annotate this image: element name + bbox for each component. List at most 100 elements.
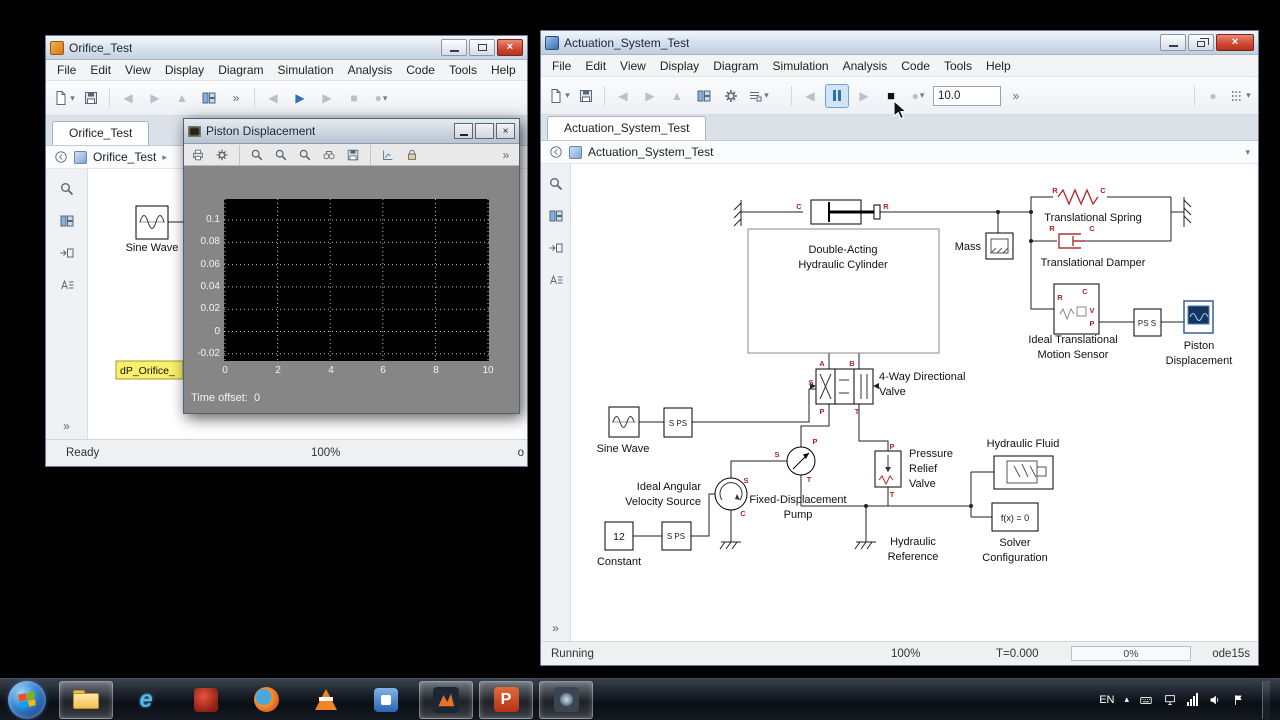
restore-button[interactable] <box>1188 34 1214 51</box>
maximize-button[interactable] <box>469 39 495 56</box>
menu-file[interactable]: File <box>50 61 83 79</box>
restore-button[interactable] <box>475 123 494 139</box>
stop-time-input[interactable] <box>933 85 1001 106</box>
orifice-titlebar[interactable]: Orifice_Test × <box>46 36 527 60</box>
menu-view[interactable]: View <box>118 61 158 79</box>
model-settings-button[interactable] <box>719 84 743 108</box>
save-axes-button[interactable] <box>343 145 363 165</box>
up-icon[interactable]: ▲ <box>665 84 689 108</box>
menu-code[interactable]: Code <box>399 61 442 79</box>
pause-button[interactable] <box>825 83 849 108</box>
restore-axes-button[interactable] <box>378 145 398 165</box>
minimize-button[interactable] <box>1160 34 1186 51</box>
menu-simulation[interactable]: Simulation <box>766 57 836 75</box>
network-icon[interactable] <box>1187 693 1198 706</box>
run-icon[interactable]: ▶ <box>288 86 312 110</box>
actuation-titlebar[interactable]: Actuation_System_Test × <box>541 31 1258 55</box>
menu-help[interactable]: Help <box>979 57 1018 75</box>
display-icon[interactable] <box>1163 693 1177 707</box>
taskbar-recorder-button[interactable] <box>539 680 593 719</box>
translational-damper-block[interactable] <box>1058 233 1085 249</box>
s-ps-converter-block[interactable]: S PS <box>663 407 693 438</box>
taskbar-explorer-button[interactable] <box>59 680 113 719</box>
forward-icon[interactable]: ▶ <box>638 84 662 108</box>
step-forward-icon[interactable]: ▶ <box>315 86 339 110</box>
close-button[interactable]: × <box>1216 34 1254 51</box>
pump-block[interactable] <box>786 446 816 476</box>
sim-mode-button[interactable]: ● ▾ <box>906 84 930 108</box>
zoom-icon[interactable] <box>548 176 564 192</box>
save-button[interactable] <box>574 84 598 108</box>
ps-s-converter-block[interactable]: PS S <box>1133 308 1162 337</box>
browser-toggle-icon[interactable] <box>54 150 68 164</box>
translational-spring-block[interactable] <box>1057 188 1099 206</box>
mass-block[interactable] <box>985 232 1014 260</box>
menu-display[interactable]: Display <box>653 57 706 75</box>
menu-diagram[interactable]: Diagram <box>706 57 765 75</box>
constant-block[interactable]: 12 <box>604 521 634 551</box>
palette-overflow-icon[interactable]: » <box>63 419 70 433</box>
taskbar-firefox-button[interactable] <box>239 681 293 719</box>
annotation-icon[interactable] <box>59 277 75 293</box>
scope-toolbar-overflow-icon[interactable]: » <box>497 145 515 165</box>
menu-analysis[interactable]: Analysis <box>341 61 400 79</box>
angular-velocity-source-block[interactable] <box>714 477 748 511</box>
menu-edit[interactable]: Edit <box>578 57 613 75</box>
up-icon[interactable]: ▲ <box>170 86 194 110</box>
library-panes-icon[interactable] <box>548 208 564 224</box>
autoscale-button[interactable] <box>319 145 339 165</box>
solver-configuration-block[interactable]: f(x) = 0 <box>991 502 1039 532</box>
back-icon[interactable]: ◀ <box>116 86 140 110</box>
browser-toggle-icon[interactable] <box>549 145 563 159</box>
sample-time-button[interactable]: ▾ <box>1228 84 1252 108</box>
taskbar-matlab-button[interactable] <box>419 680 473 719</box>
sim-mode-button[interactable]: ● ▾ <box>369 86 393 110</box>
toolbar-overflow-icon[interactable]: » <box>1004 84 1028 108</box>
menu-view[interactable]: View <box>613 57 653 75</box>
show-desktop-button[interactable] <box>1262 680 1270 719</box>
zoom-x-button[interactable] <box>271 145 291 165</box>
new-model-button[interactable]: ▾ <box>52 86 76 110</box>
menu-help[interactable]: Help <box>484 61 523 79</box>
menu-display[interactable]: Display <box>158 61 211 79</box>
start-button[interactable] <box>8 680 46 719</box>
stop-icon[interactable]: ■ <box>342 86 366 110</box>
save-button[interactable] <box>79 86 103 110</box>
taskbar-vlc-button[interactable] <box>299 681 353 719</box>
menu-analysis[interactable]: Analysis <box>836 57 895 75</box>
action-center-flag-icon[interactable] <box>1232 693 1246 707</box>
parameters-button[interactable] <box>212 145 232 165</box>
scope-titlebar[interactable]: Piston Displacement × <box>184 119 519 144</box>
menu-simulation[interactable]: Simulation <box>271 61 341 79</box>
menu-tools[interactable]: Tools <box>442 61 484 79</box>
simulation-data-button[interactable]: ▾ <box>746 84 770 108</box>
forward-icon[interactable]: ▶ <box>143 86 167 110</box>
actuation-canvas[interactable]: PS S S PS S PS 12 f(x) = 0 Double-Acting… <box>571 164 1257 641</box>
menu-tools[interactable]: Tools <box>937 57 979 75</box>
taskbar-blue-app-button[interactable] <box>359 681 413 719</box>
menu-diagram[interactable]: Diagram <box>211 61 270 79</box>
tab-actuation-system-test[interactable]: Actuation_System_Test <box>547 116 707 140</box>
hydraulic-fluid-block[interactable] <box>993 455 1054 490</box>
directional-valve-block[interactable] <box>810 368 879 405</box>
library-browser-button[interactable] <box>197 86 221 110</box>
step-back-icon[interactable]: ◀ <box>261 86 285 110</box>
toolbar-overflow-icon[interactable]: » <box>224 86 248 110</box>
palette-overflow-icon[interactable]: » <box>552 621 559 635</box>
minimize-button[interactable] <box>441 39 467 56</box>
taskbar-ie-button[interactable]: e <box>119 681 173 719</box>
close-button[interactable]: × <box>496 123 515 139</box>
zoom-button[interactable] <box>247 145 267 165</box>
sine-wave-block[interactable] <box>608 406 640 438</box>
lock-axes-button[interactable] <box>402 145 422 165</box>
annotation-icon[interactable] <box>548 272 564 288</box>
signal-route-icon[interactable] <box>548 240 564 256</box>
volume-icon[interactable] <box>1208 693 1222 707</box>
keyboard-icon[interactable] <box>1139 693 1153 707</box>
minimize-button[interactable] <box>454 123 473 139</box>
menu-file[interactable]: File <box>545 57 578 75</box>
step-forward-icon[interactable]: ▶ <box>852 84 876 108</box>
zoom-y-button[interactable] <box>295 145 315 165</box>
scope-plot-axes[interactable] <box>224 199 489 361</box>
close-button[interactable]: × <box>497 39 523 56</box>
